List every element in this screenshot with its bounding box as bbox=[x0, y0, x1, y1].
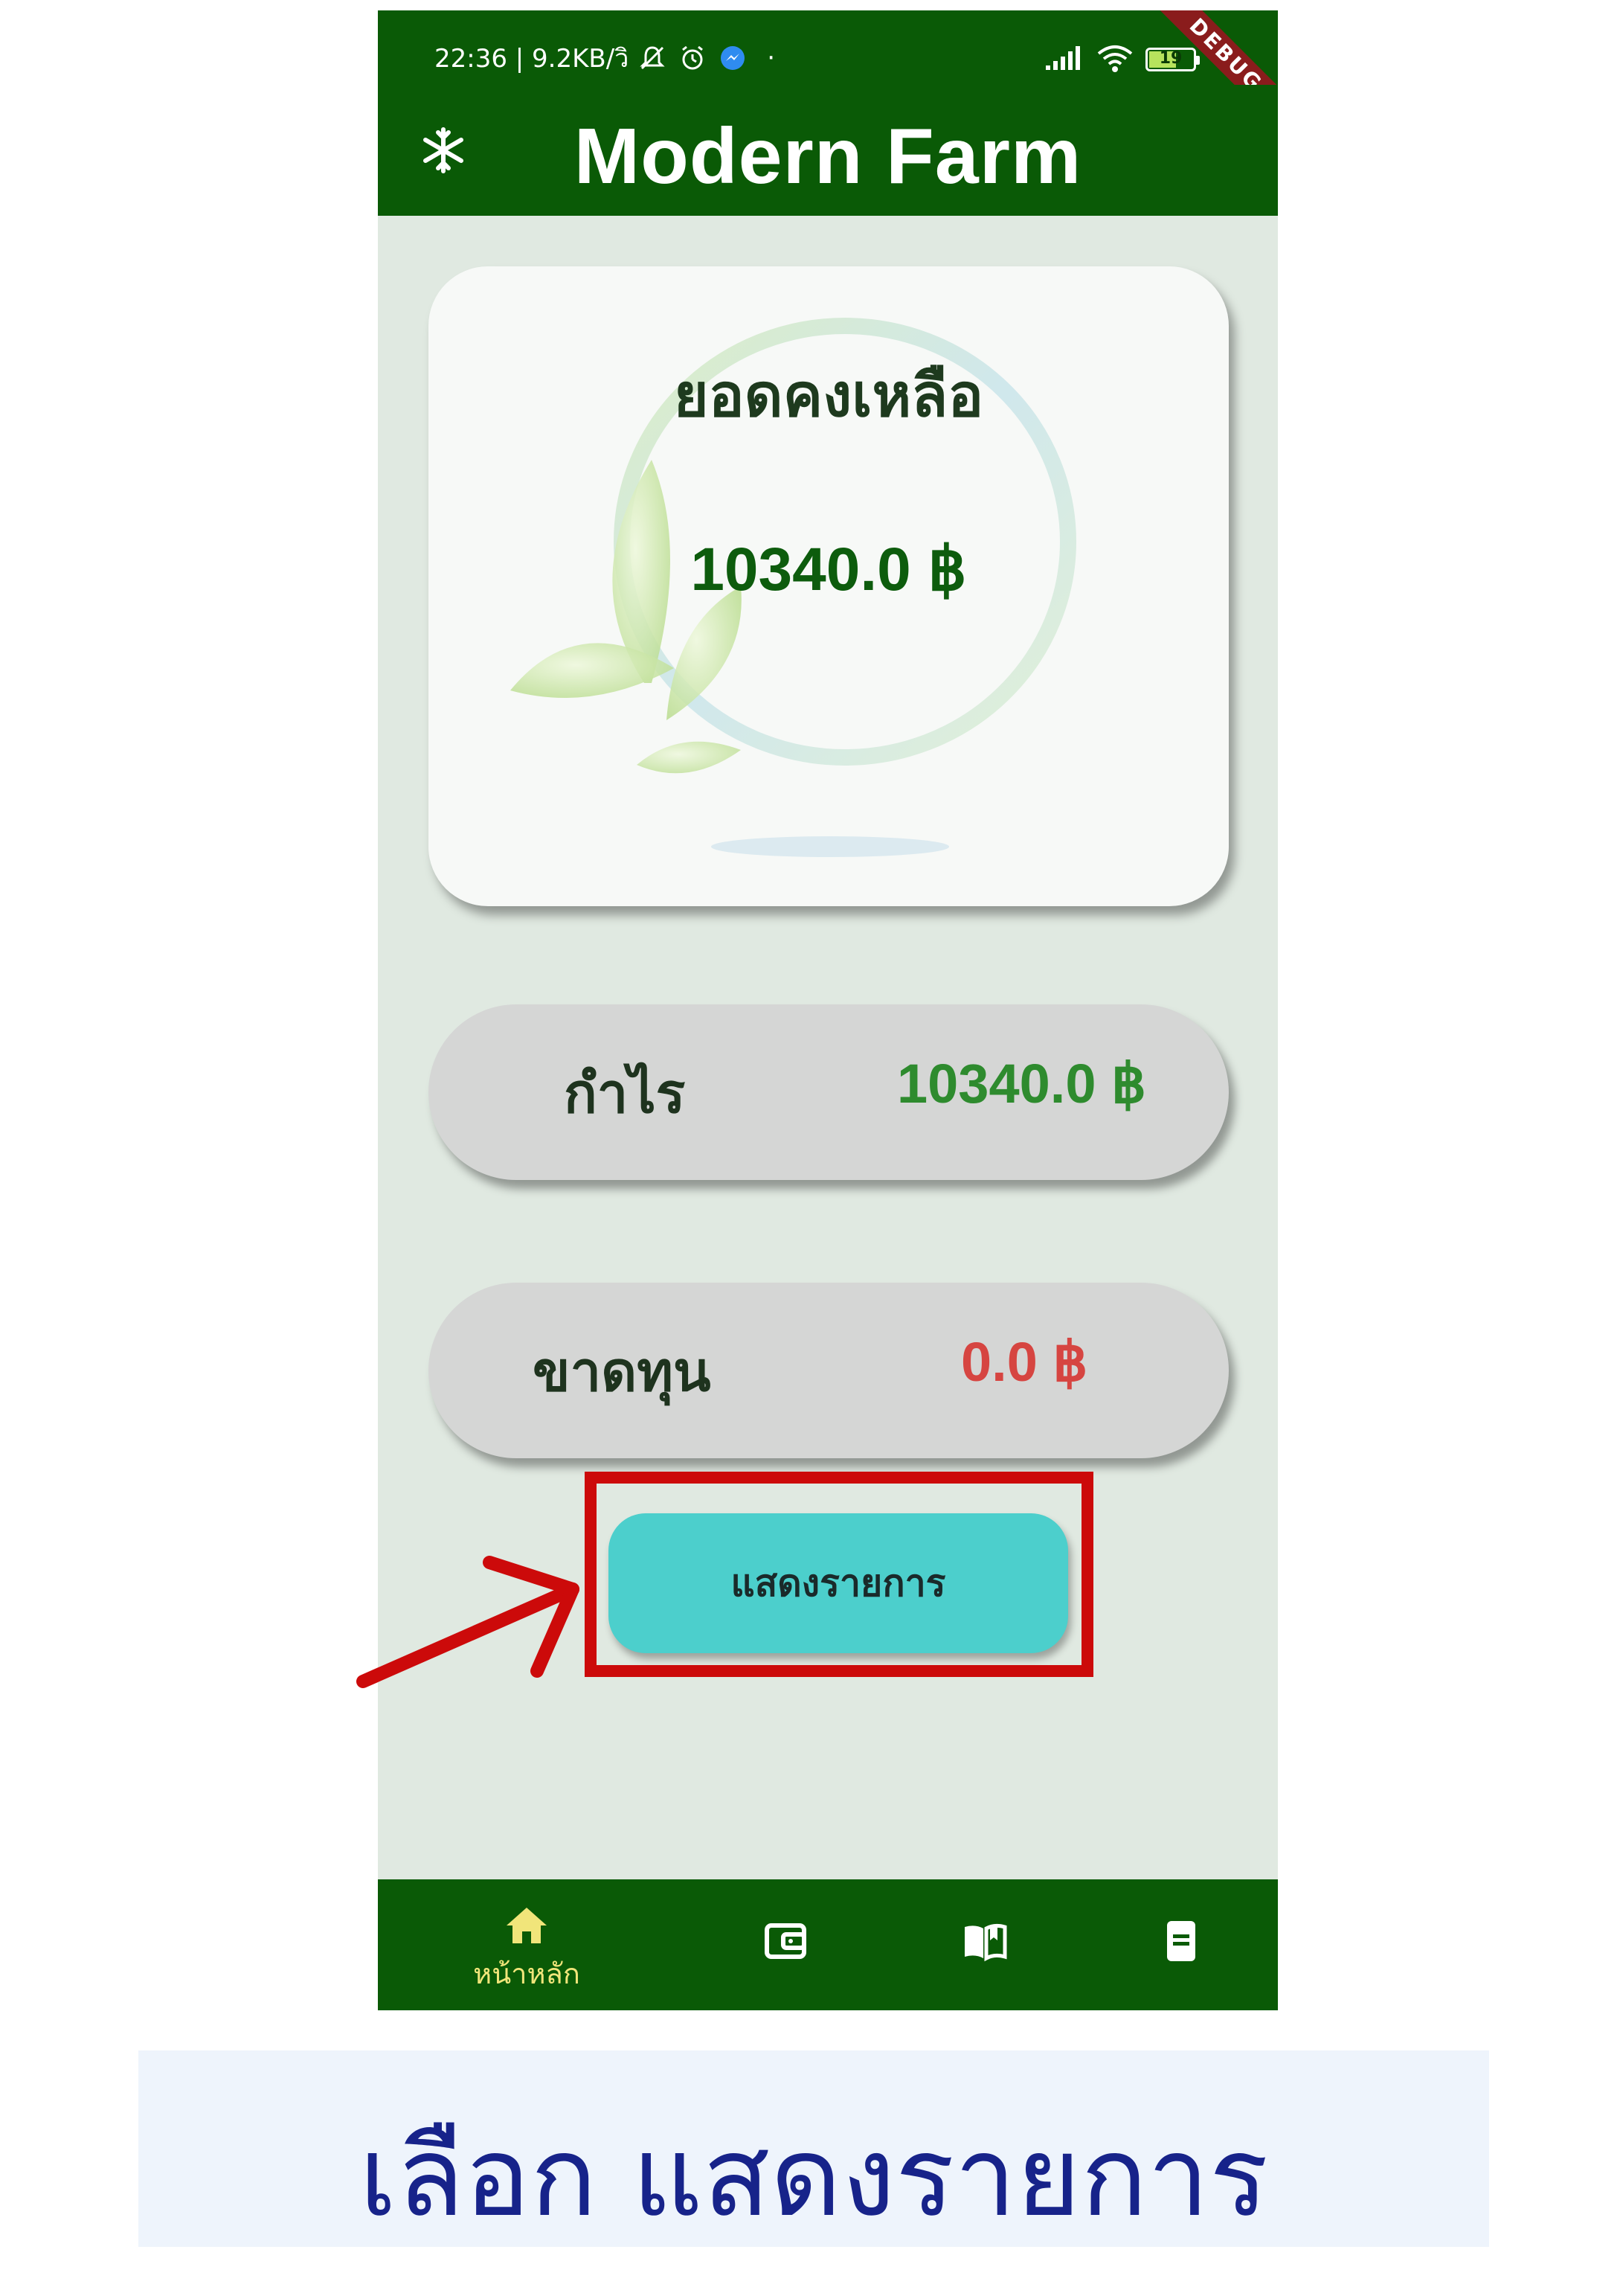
status-time: 22:36 | 9.2KB/วิ bbox=[434, 44, 629, 74]
app-bar: Modern Farm bbox=[378, 85, 1278, 216]
bottom-navigation: หน้าหลัก bbox=[378, 1879, 1278, 2010]
battery-level: 19 bbox=[1159, 49, 1183, 68]
nav-item-book[interactable] bbox=[925, 1879, 1044, 2010]
caption-bar: เลือก แสดงรายการ bbox=[138, 2050, 1489, 2247]
loss-label: ขาดทุน bbox=[533, 1340, 711, 1404]
nav-item-wallet[interactable] bbox=[726, 1879, 845, 2010]
app-title: Modern Farm bbox=[573, 112, 1082, 200]
book-icon bbox=[965, 1923, 1007, 1962]
loss-value: 0.0 ฿ bbox=[961, 1331, 1088, 1393]
battery-icon: 19 bbox=[1145, 48, 1200, 71]
loss-card: ขาดทุน 0.0 ฿ bbox=[428, 1283, 1229, 1458]
wallet-icon bbox=[765, 1923, 806, 1959]
show-list-button[interactable]: แสดงรายการ bbox=[608, 1513, 1068, 1653]
balance-title: ยอดคงเหลือ bbox=[673, 361, 984, 430]
alarm-icon bbox=[676, 42, 709, 74]
balance-amount: 10340.0 ฿ bbox=[690, 536, 967, 603]
nav-item-home[interactable]: หน้าหลัก bbox=[452, 1879, 601, 2010]
home-icon bbox=[507, 1908, 547, 1943]
wifi-icon bbox=[1096, 43, 1134, 76]
messenger-icon bbox=[716, 42, 749, 74]
profit-label: กำไร bbox=[564, 1062, 686, 1126]
phone-screen: 22:36 | 9.2KB/วิ · 19 DEBUG Modern Farm … bbox=[378, 10, 1278, 2010]
profit-value: 10340.0 ฿ bbox=[897, 1053, 1147, 1115]
nav-label-home: หน้าหลัก bbox=[473, 1957, 580, 1990]
notification-dot: · bbox=[767, 43, 776, 73]
status-right: 19 bbox=[1044, 43, 1200, 76]
balance-card: ยอดคงเหลือ 10340.0 ฿ bbox=[428, 266, 1229, 906]
signal-icon bbox=[1044, 45, 1084, 74]
mute-icon bbox=[636, 42, 669, 74]
nav-item-document[interactable] bbox=[1122, 1879, 1241, 2010]
caption-text: เลือก แสดงรายการ bbox=[359, 2113, 1269, 2241]
status-bar: 22:36 | 9.2KB/วิ · 19 DEBUG bbox=[378, 10, 1278, 150]
profit-card: กำไร 10340.0 ฿ bbox=[428, 1004, 1229, 1180]
status-left: 22:36 | 9.2KB/วิ · bbox=[434, 36, 775, 80]
arrow-annotation-icon bbox=[356, 1556, 579, 1688]
document-icon bbox=[1167, 1921, 1195, 1961]
